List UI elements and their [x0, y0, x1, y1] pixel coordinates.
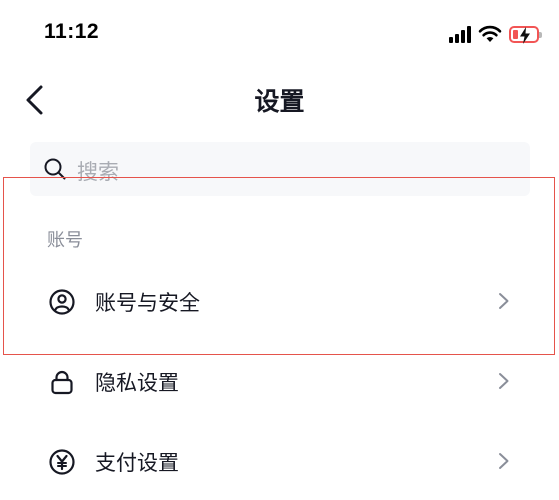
search-input[interactable]: 搜索: [30, 142, 530, 196]
chevron-right-icon: [499, 453, 509, 469]
status-bar: 11:12: [0, 0, 559, 68]
search-icon: [44, 158, 66, 180]
settings-row-account-security[interactable]: 账号与安全: [0, 270, 559, 332]
settings-row-privacy[interactable]: 隐私设置: [0, 350, 559, 412]
battery-charging-icon: [509, 25, 542, 44]
page-title: 设置: [254, 87, 305, 116]
chevron-right-icon: [499, 373, 509, 389]
settings-row-label: 隐私设置: [95, 371, 179, 395]
settings-row-label: 支付设置: [95, 451, 179, 475]
status-icons: [449, 20, 542, 48]
wifi-icon: [478, 25, 502, 42]
settings-row-label: 账号与安全: [95, 291, 200, 315]
section-header-account: 账号: [47, 230, 83, 251]
yen-circle-icon: [49, 449, 75, 475]
settings-row-payment[interactable]: 支付设置: [0, 430, 559, 492]
cellular-signal-icon: [449, 25, 471, 43]
lock-icon: [51, 370, 73, 395]
search-placeholder: 搜索: [77, 160, 119, 184]
nav-bar: 设置: [0, 68, 559, 132]
chevron-right-icon: [499, 293, 509, 309]
user-circle-icon: [49, 289, 75, 315]
status-time: 11:12: [44, 20, 100, 43]
